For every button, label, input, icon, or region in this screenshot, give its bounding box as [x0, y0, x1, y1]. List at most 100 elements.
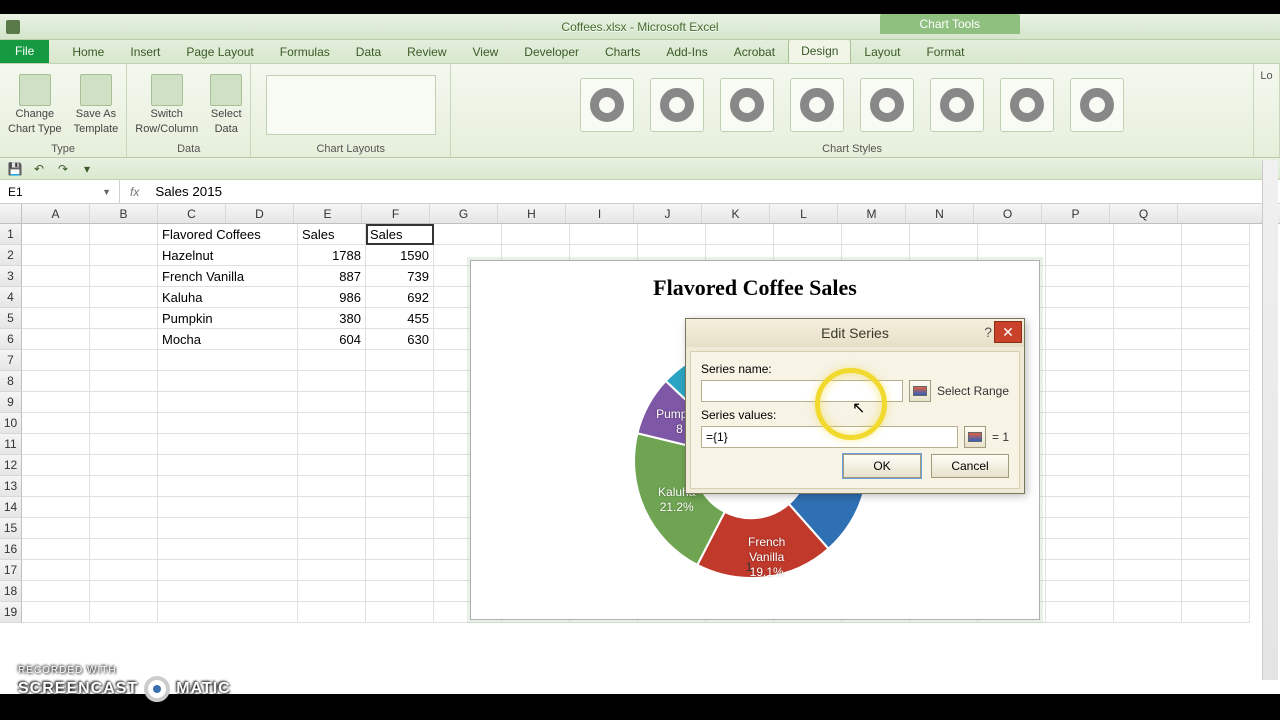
cell[interactable] [366, 413, 434, 434]
vertical-scrollbar[interactable] [1262, 160, 1278, 680]
cell[interactable] [90, 329, 158, 350]
cell[interactable] [22, 581, 90, 602]
cell[interactable] [1046, 350, 1114, 371]
tab-review[interactable]: Review [394, 40, 459, 63]
cell[interactable] [1182, 602, 1250, 623]
cell[interactable] [1182, 245, 1250, 266]
tab-formulas[interactable]: Formulas [267, 40, 343, 63]
cell[interactable]: 1788 [298, 245, 366, 266]
cell[interactable] [298, 434, 366, 455]
cell[interactable]: Sales 2015 [366, 224, 434, 245]
cell[interactable] [22, 287, 90, 308]
cell[interactable]: Sales 2014 [298, 224, 366, 245]
cell[interactable] [158, 518, 298, 539]
column-header[interactable]: C [158, 204, 226, 223]
tab-addins[interactable]: Add-Ins [653, 40, 720, 63]
tab-insert[interactable]: Insert [117, 40, 173, 63]
column-header[interactable]: J [634, 204, 702, 223]
chart-style-thumb[interactable] [860, 78, 914, 132]
cell[interactable] [22, 455, 90, 476]
cell[interactable] [22, 560, 90, 581]
cell[interactable] [22, 602, 90, 623]
column-header[interactable]: N [906, 204, 974, 223]
cell[interactable] [1182, 224, 1250, 245]
tab-page-layout[interactable]: Page Layout [173, 40, 266, 63]
cell[interactable] [1046, 245, 1114, 266]
cell[interactable] [1114, 266, 1182, 287]
tab-view[interactable]: View [460, 40, 512, 63]
cell[interactable] [298, 560, 366, 581]
cell[interactable] [1114, 581, 1182, 602]
cell[interactable]: 380 [298, 308, 366, 329]
cell[interactable] [1182, 518, 1250, 539]
name-box[interactable]: E1 ▼ [0, 180, 120, 203]
cell[interactable] [22, 434, 90, 455]
row-header[interactable]: 16 [0, 539, 22, 560]
cell[interactable] [22, 350, 90, 371]
row-header[interactable]: 9 [0, 392, 22, 413]
cell[interactable] [366, 392, 434, 413]
chart-layouts-gallery[interactable] [266, 75, 436, 135]
column-header[interactable]: H [498, 204, 566, 223]
close-icon[interactable]: ✕ [994, 321, 1022, 343]
row-header[interactable]: 2 [0, 245, 22, 266]
cell[interactable] [434, 224, 502, 245]
cell[interactable] [978, 224, 1046, 245]
row-header[interactable]: 18 [0, 581, 22, 602]
disk-icon[interactable] [6, 20, 20, 34]
cell[interactable] [22, 497, 90, 518]
cell[interactable] [1114, 371, 1182, 392]
cell[interactable] [1046, 539, 1114, 560]
cell[interactable] [366, 476, 434, 497]
cell[interactable] [1114, 455, 1182, 476]
cell[interactable] [22, 266, 90, 287]
tab-layout[interactable]: Layout [851, 40, 913, 63]
cell[interactable] [158, 539, 298, 560]
change-chart-type-button[interactable]: Change Chart Type [6, 72, 64, 136]
cell[interactable] [1182, 560, 1250, 581]
row-header[interactable]: 1 [0, 224, 22, 245]
cell[interactable] [1114, 434, 1182, 455]
cell[interactable] [1114, 476, 1182, 497]
row-header[interactable]: 8 [0, 371, 22, 392]
row-header[interactable]: 14 [0, 497, 22, 518]
cell[interactable] [1046, 434, 1114, 455]
series-name-input[interactable] [701, 380, 903, 402]
formula-bar[interactable] [149, 180, 1280, 203]
cell[interactable] [366, 581, 434, 602]
cell[interactable] [90, 518, 158, 539]
column-header[interactable]: D [226, 204, 294, 223]
range-picker-button[interactable] [909, 380, 931, 402]
cell[interactable] [298, 371, 366, 392]
cell[interactable] [22, 518, 90, 539]
tab-format[interactable]: Format [913, 40, 977, 63]
column-header[interactable]: L [770, 204, 838, 223]
cell[interactable] [90, 371, 158, 392]
cell[interactable] [366, 497, 434, 518]
range-picker-button[interactable] [964, 426, 986, 448]
help-icon[interactable]: ? [984, 324, 992, 340]
cell[interactable] [1046, 392, 1114, 413]
cell[interactable] [502, 224, 570, 245]
cell[interactable] [1114, 329, 1182, 350]
cell[interactable] [1114, 518, 1182, 539]
cell[interactable] [298, 602, 366, 623]
chart-title[interactable]: Flavored Coffee Sales [471, 261, 1039, 301]
cell[interactable] [1182, 539, 1250, 560]
cell[interactable] [1182, 371, 1250, 392]
cell[interactable] [298, 476, 366, 497]
cell[interactable] [366, 434, 434, 455]
column-header[interactable]: B [90, 204, 158, 223]
cell[interactable] [22, 392, 90, 413]
cell[interactable] [1182, 329, 1250, 350]
cell[interactable] [1046, 287, 1114, 308]
cell[interactable] [22, 224, 90, 245]
cell[interactable] [1046, 581, 1114, 602]
cell[interactable] [22, 329, 90, 350]
row-header[interactable]: 13 [0, 476, 22, 497]
cell[interactable]: 630 [366, 329, 434, 350]
cell[interactable] [158, 560, 298, 581]
cell[interactable] [158, 497, 298, 518]
cell[interactable] [298, 539, 366, 560]
chart-style-thumb[interactable] [720, 78, 774, 132]
